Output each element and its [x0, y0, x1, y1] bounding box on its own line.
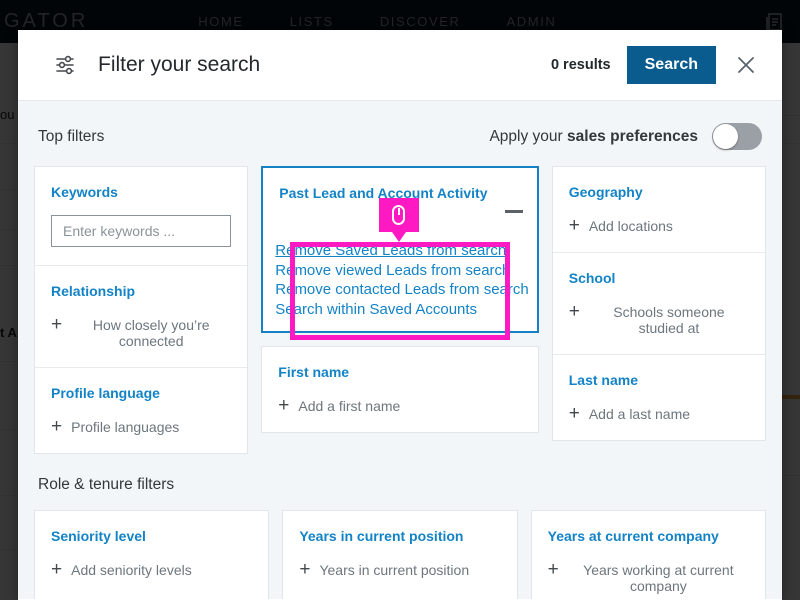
plus-icon: + — [51, 558, 63, 580]
plus-icon: + — [299, 558, 311, 580]
mouse-cursor-badge — [379, 198, 419, 242]
modal-scrollbar[interactable] — [771, 101, 780, 599]
minus-icon[interactable] — [504, 210, 523, 213]
plus-icon: + — [51, 415, 63, 437]
plus-icon: + — [568, 300, 580, 322]
modal-body[interactable]: Top filters Apply your sales preferences… — [18, 101, 782, 599]
modal-header: Filter your search 0 results Search — [18, 30, 782, 101]
past-activity-links: Remove Saved Leads from search Remove vi… — [271, 237, 528, 325]
role-tenure-header: Role & tenure filters — [34, 454, 766, 510]
sales-preferences-toggle[interactable] — [712, 123, 762, 150]
filter-card-group-3: Geography + Add locations School + Schoo… — [551, 166, 766, 441]
filter-action-label: Profile languages — [71, 418, 180, 435]
filter-card-first-name[interactable]: First name + Add a first name — [261, 346, 539, 433]
filter-action-last-name[interactable]: + Add a last name — [568, 402, 749, 424]
filter-action-relationship[interactable]: + How closely you’re connected — [51, 313, 231, 349]
top-filters-column-3: Geography + Add locations School + Schoo… — [551, 166, 766, 454]
sales-preferences-label: Apply your sales preferences — [489, 128, 698, 146]
filter-action-years-at-company[interactable]: + Years working at current company — [547, 558, 749, 594]
plus-icon: + — [568, 214, 580, 236]
keywords-input[interactable] — [51, 214, 232, 247]
filter-card-seniority-level[interactable]: Seniority level + Add seniority levels — [34, 509, 270, 599]
filter-card-group-1: Keywords Relationship + How closely you’… — [34, 166, 249, 454]
filter-action-label: Years working at current company — [583, 561, 734, 594]
prefs-label-prefix: Apply your — [489, 127, 568, 145]
filter-action-label: Add a last name — [588, 405, 691, 422]
activity-link-search-saved-accounts[interactable]: Search within Saved Accounts — [271, 300, 528, 320]
filter-action-school[interactable]: + Schools someone studied at — [568, 300, 749, 336]
plus-icon: + — [51, 313, 63, 335]
top-filters-header: Top filters Apply your sales preferences — [34, 101, 766, 166]
filter-action-first-name[interactable]: + Add a first name — [278, 394, 521, 416]
filter-title-relationship: Relationship — [51, 282, 136, 299]
filter-action-geography[interactable]: + Add locations — [568, 214, 749, 236]
prefs-label-strong: sales preferences — [567, 127, 698, 145]
page-title: Filter your search — [98, 53, 261, 76]
toggle-knob — [713, 124, 738, 149]
header-actions: 0 results Search — [551, 46, 760, 84]
results-count: 0 results — [550, 57, 611, 73]
filter-card-school[interactable]: School + Schools someone studied at — [552, 251, 765, 354]
filter-title-profile-language: Profile language — [51, 384, 160, 401]
filter-card-keywords[interactable]: Keywords — [35, 167, 247, 265]
plus-icon: + — [278, 394, 290, 416]
role-tenure-grid: Seniority level + Add seniority levels Y… — [34, 509, 766, 599]
filter-search-modal: Filter your search 0 results Search Top … — [18, 30, 782, 600]
filter-title-seniority-level: Seniority level — [51, 527, 146, 544]
filter-sliders-icon — [54, 52, 80, 78]
filter-card-last-name[interactable]: Last name + Add a last name — [552, 353, 765, 440]
filter-card-past-activity[interactable]: Past Lead and Account Activity Remove Sa… — [261, 166, 539, 333]
filter-action-label: How closely you’re connected — [92, 316, 210, 349]
close-icon[interactable] — [732, 51, 760, 79]
filter-action-seniority-level[interactable]: + Add seniority levels — [51, 558, 252, 580]
filter-title-first-name: First name — [278, 364, 350, 380]
mouse-icon — [392, 205, 405, 225]
filter-card-relationship[interactable]: Relationship + How closely you’re connec… — [35, 264, 248, 367]
filter-title-keywords: Keywords — [51, 184, 118, 200]
plus-icon: + — [547, 558, 559, 580]
filter-action-label: Add locations — [588, 217, 673, 234]
filter-card-profile-language[interactable]: Profile language + Profile languages — [35, 366, 248, 453]
plus-icon: + — [568, 402, 580, 424]
filter-title-last-name: Last name — [568, 371, 638, 388]
section-title-role-tenure: Role & tenure filters — [38, 475, 175, 493]
search-button[interactable]: Search — [626, 46, 716, 84]
filter-card-years-in-position[interactable]: Years in current position + Years in cur… — [282, 509, 518, 599]
activity-link-remove-saved[interactable]: Remove Saved Leads from search — [271, 241, 528, 261]
filter-action-years-in-position[interactable]: + Years in current position — [299, 558, 500, 580]
top-filters-column-1: Keywords Relationship + How closely you’… — [34, 166, 249, 454]
filter-action-label: Schools someone studied at — [613, 303, 725, 336]
filter-title-school: School — [568, 269, 616, 286]
filter-card-years-at-company[interactable]: Years at current company + Years working… — [530, 509, 766, 599]
filter-action-label: Add seniority levels — [71, 561, 192, 578]
filter-action-profile-language[interactable]: + Profile languages — [51, 415, 231, 437]
sales-preferences-control: Apply your sales preferences — [489, 123, 762, 150]
filter-action-label: Add a first name — [298, 397, 401, 414]
filter-title-years-at-company: Years at current company — [547, 527, 719, 544]
section-title-top-filters: Top filters — [38, 127, 105, 145]
filter-title-years-in-position: Years in current position — [299, 527, 464, 544]
activity-link-remove-viewed[interactable]: Remove viewed Leads from search — [271, 261, 528, 281]
activity-link-remove-contacted[interactable]: Remove contacted Leads from search — [271, 280, 528, 300]
filter-title-geography: Geography — [568, 184, 643, 200]
filter-card-geography[interactable]: Geography + Add locations — [553, 167, 765, 252]
filter-action-label: Years in current position — [319, 561, 470, 578]
